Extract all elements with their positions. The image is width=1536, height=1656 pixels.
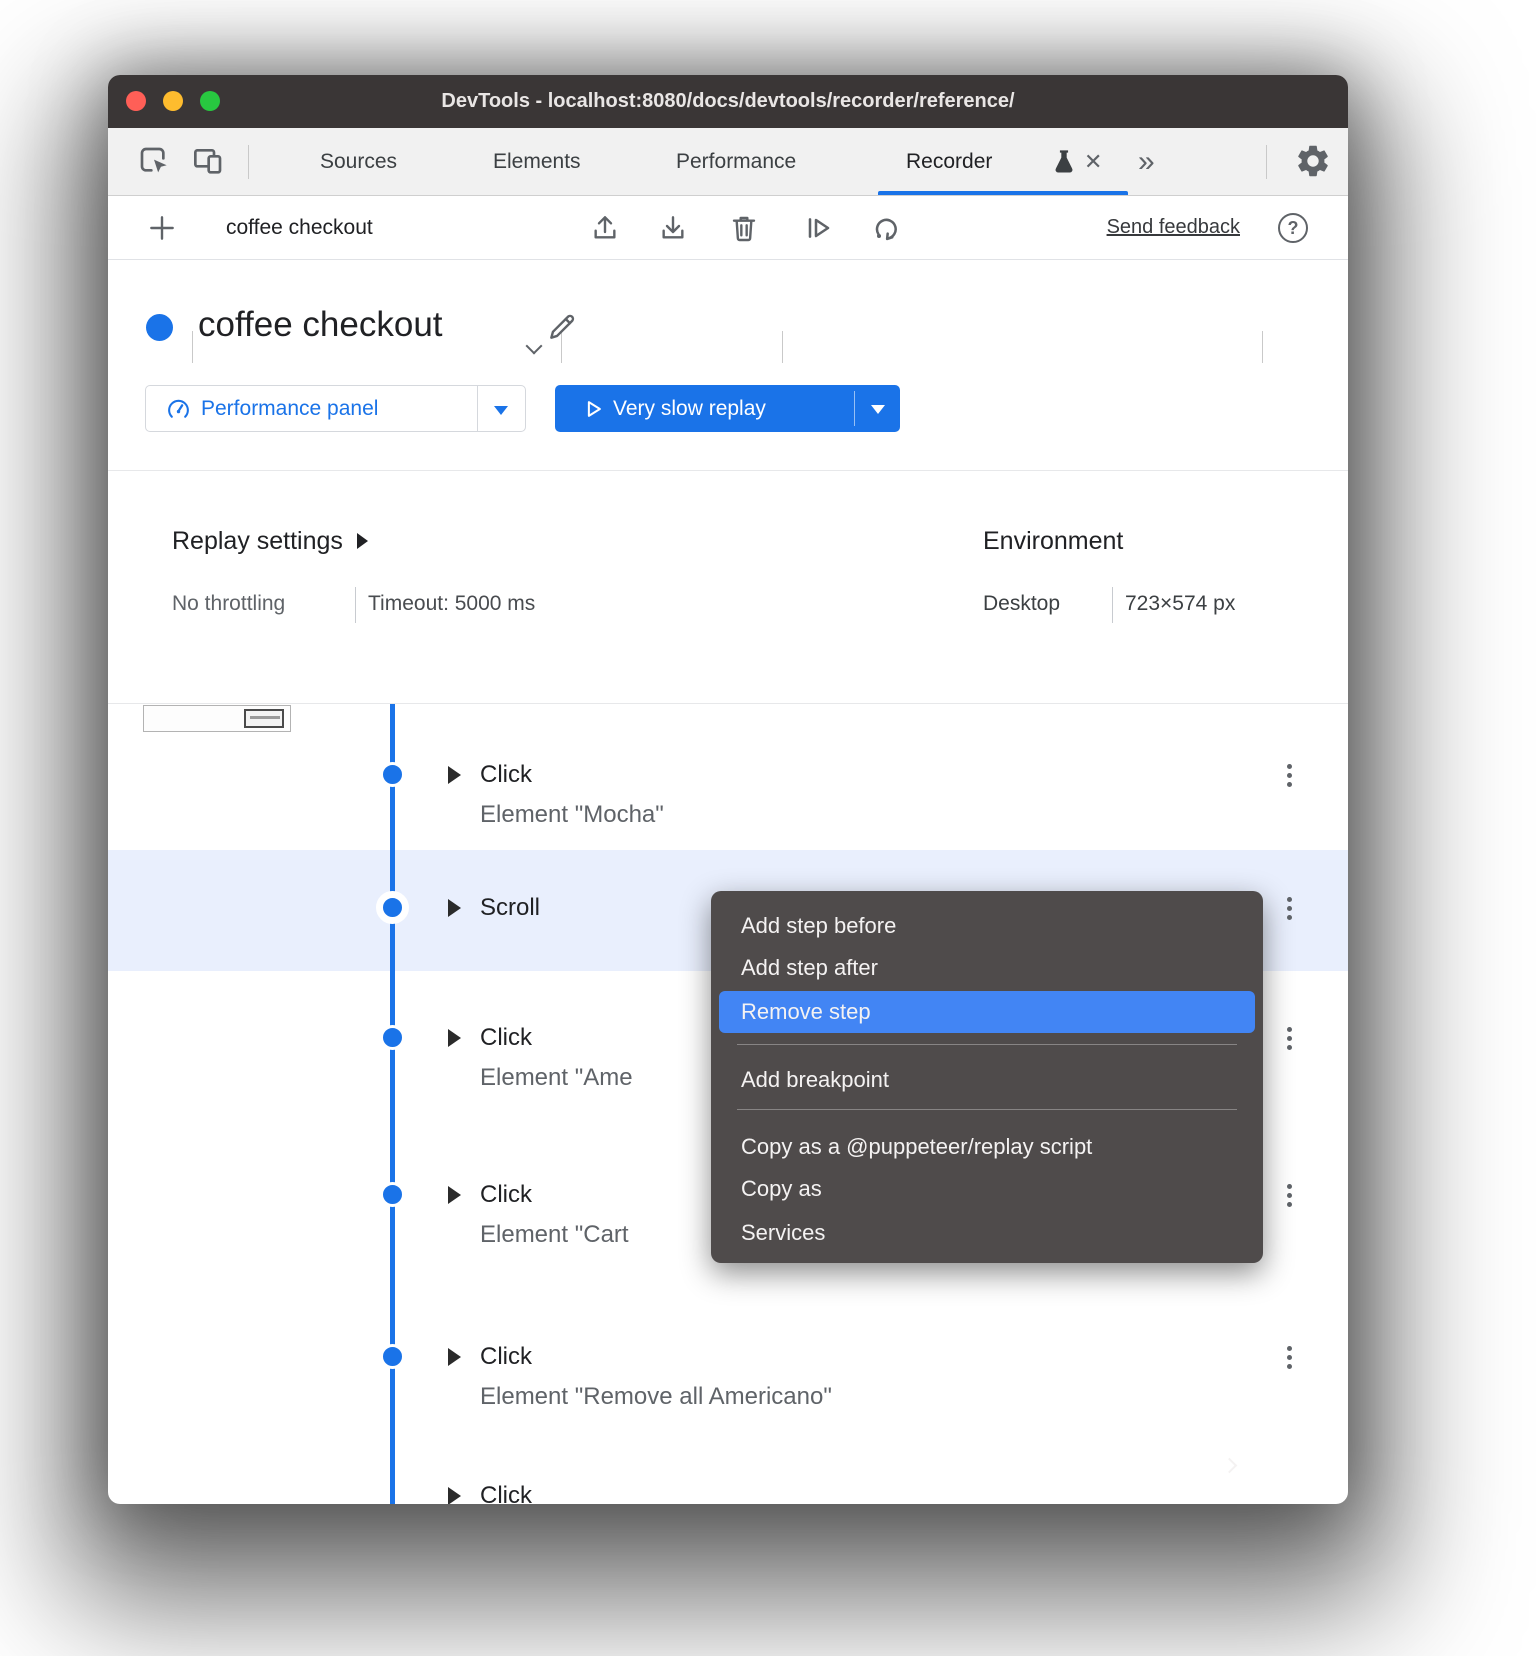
menu-divider	[737, 1109, 1237, 1110]
replay-options-caret-icon[interactable]	[871, 405, 885, 414]
tab-elements[interactable]: Elements	[493, 128, 581, 195]
environment-viewport: 723×574 px	[1125, 592, 1235, 616]
performance-panel-caret-icon[interactable]	[494, 406, 508, 415]
recording-title: coffee checkout	[198, 305, 443, 345]
active-tab-indicator	[878, 191, 1128, 195]
export-recording-icon[interactable]	[657, 212, 689, 244]
step-expand-icon[interactable]	[448, 766, 461, 784]
close-recorder-tab-icon[interactable]: ✕	[1084, 128, 1102, 195]
edit-title-icon[interactable]	[546, 311, 578, 343]
toolbar-separator-4	[1262, 331, 1263, 363]
tabbar-separator-right	[1266, 145, 1267, 179]
replay-section-icon[interactable]	[868, 212, 906, 244]
action-buttons-row: Performance panel Very slow replay	[108, 385, 1348, 432]
very-slow-replay-label: Very slow replay	[613, 385, 766, 432]
step-title[interactable]: Click	[480, 761, 532, 789]
thumbnail-button-preview	[244, 709, 284, 728]
step-detail: Element "Remove all Americano"	[480, 1383, 832, 1411]
step-dot	[380, 1025, 405, 1050]
tabbar-separator	[248, 145, 249, 179]
step-title[interactable]: Click	[480, 1024, 532, 1052]
recording-select-chevron-icon[interactable]	[526, 338, 543, 355]
performance-panel-label: Performance panel	[201, 386, 378, 431]
tab-sources[interactable]: Sources	[320, 128, 397, 195]
tab-performance[interactable]: Performance	[676, 128, 796, 195]
more-tabs-icon[interactable]: »	[1138, 128, 1155, 195]
menu-item-copy-as-puppeteer-replay[interactable]: Copy as a @puppeteer/replay script	[711, 1126, 1263, 1168]
section-divider-top	[108, 470, 1348, 471]
steps-timeline-line	[390, 704, 395, 1504]
step-title[interactable]: Scroll	[480, 894, 540, 922]
replay-settings-heading[interactable]: Replay settings	[172, 527, 368, 556]
step-expand-icon[interactable]	[448, 1186, 461, 1204]
step-detail: Element "Ame	[480, 1064, 633, 1092]
step-expand-icon[interactable]	[448, 1029, 461, 1047]
menu-item-services[interactable]: Services	[711, 1212, 1263, 1254]
step-context-menu: Add step before Add step after Remove st…	[711, 891, 1263, 1263]
tab-recorder[interactable]: Recorder	[906, 128, 992, 195]
delete-recording-icon[interactable]	[728, 212, 760, 244]
menu-item-add-step-after[interactable]: Add step after	[711, 947, 1263, 989]
step-title[interactable]: Click	[480, 1343, 532, 1371]
window-title: DevTools - localhost:8080/docs/devtools/…	[108, 75, 1348, 128]
recording-select[interactable]: coffee checkout	[226, 196, 373, 259]
step-detail: Element "Mocha"	[480, 801, 664, 829]
step-expand-icon[interactable]	[448, 1487, 461, 1504]
step-menu-kebab-icon[interactable]	[1287, 764, 1292, 769]
step-menu-kebab-icon[interactable]	[1287, 1346, 1292, 1351]
gear-icon[interactable]	[1294, 142, 1332, 180]
tab-bar: Sources Elements Performance Recorder ✕ …	[108, 128, 1348, 196]
menu-item-remove-step[interactable]: Remove step	[719, 991, 1255, 1033]
toolbar-separator-3	[782, 331, 783, 363]
timeout-value: Timeout: 5000 ms	[368, 592, 535, 616]
step-detail: Element "Cart	[480, 1221, 629, 1249]
menu-divider	[737, 1044, 1237, 1045]
step-menu-kebab-icon[interactable]	[1287, 1184, 1292, 1189]
device-toolbar-icon[interactable]	[192, 145, 224, 177]
step-dot	[380, 1182, 405, 1207]
environment-separator	[1112, 587, 1113, 623]
toolbar-separator-1	[192, 331, 193, 363]
speedometer-icon	[166, 397, 191, 422]
step-screenshot-thumbnail[interactable]	[143, 705, 291, 732]
step-menu-kebab-icon[interactable]	[1287, 897, 1292, 902]
submenu-chevron-icon	[1222, 1458, 1238, 1474]
step-dot	[380, 1344, 405, 1369]
performance-panel-button[interactable]: Performance panel	[145, 385, 526, 432]
throttling-value: No throttling	[172, 592, 285, 616]
steps-divider	[108, 703, 1348, 704]
inspect-element-icon[interactable]	[138, 145, 170, 177]
step-title[interactable]: Click	[480, 1482, 532, 1504]
add-recording-icon[interactable]	[146, 212, 178, 244]
step-title[interactable]: Click	[480, 1181, 532, 1209]
step-menu-kebab-icon[interactable]	[1287, 1027, 1292, 1032]
expand-arrow-icon	[357, 533, 368, 549]
recording-status-dot	[146, 314, 173, 341]
very-slow-replay-button[interactable]: Very slow replay	[555, 385, 900, 432]
button-divider	[477, 386, 478, 431]
devtools-window: DevTools - localhost:8080/docs/devtools/…	[108, 75, 1348, 1504]
replay-button-divider	[854, 391, 855, 426]
flask-icon	[1050, 147, 1078, 177]
menu-item-copy-as[interactable]: Copy as	[711, 1168, 1263, 1210]
environment-heading: Environment	[983, 527, 1123, 556]
titlebar: DevTools - localhost:8080/docs/devtools/…	[108, 75, 1348, 128]
menu-item-add-breakpoint[interactable]: Add breakpoint	[711, 1059, 1263, 1101]
play-icon	[582, 398, 604, 420]
menu-item-add-step-before[interactable]: Add step before	[711, 905, 1263, 947]
step-expand-icon[interactable]	[448, 1348, 461, 1366]
environment-device: Desktop	[983, 592, 1060, 616]
settings-separator	[355, 587, 356, 623]
step-dot	[380, 762, 405, 787]
import-recording-icon[interactable]	[589, 212, 621, 244]
recorder-toolbar: coffee checkout	[108, 196, 1348, 260]
step-expand-icon[interactable]	[448, 899, 461, 917]
step-dot	[376, 891, 409, 924]
help-icon[interactable]: ?	[1278, 213, 1308, 243]
send-feedback-link[interactable]: Send feedback	[1107, 196, 1240, 259]
resume-replay-icon[interactable]	[802, 212, 834, 244]
